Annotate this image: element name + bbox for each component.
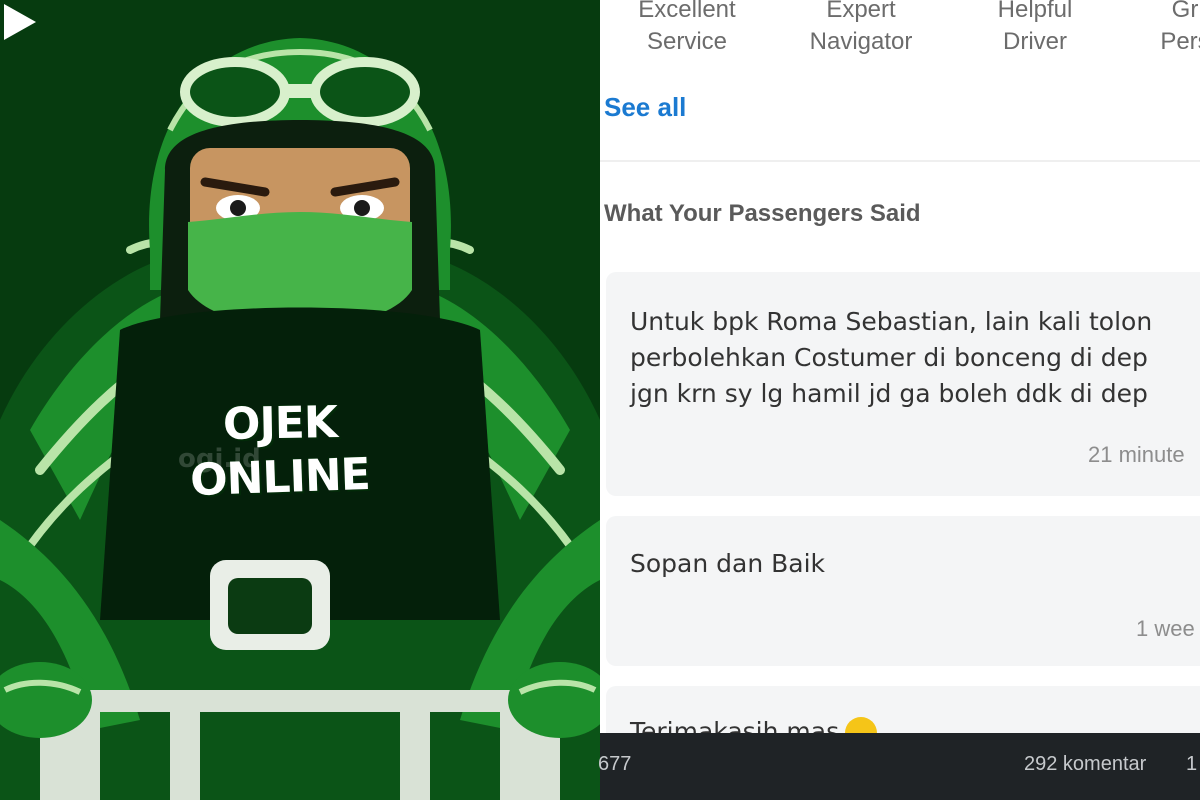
shirt-text-line1: OJEK bbox=[222, 397, 338, 450]
review-card[interactable]: Sopan dan Baik 1 wee bbox=[606, 516, 1200, 666]
compliment-badges: Excellent Service Expert Navigator Helpf… bbox=[600, 0, 1200, 64]
ojek-illustration: OJEK ONLINE ogi.id bbox=[0, 0, 600, 800]
review-text: Sopan dan Baik bbox=[630, 549, 826, 578]
play-icon[interactable] bbox=[0, 0, 40, 44]
review-time: 1 wee bbox=[1136, 616, 1195, 641]
see-all-link[interactable]: See all bbox=[604, 92, 686, 123]
section-title: What Your Passengers Said bbox=[604, 200, 921, 227]
watermark: ogi.id bbox=[178, 444, 261, 474]
badge-expert-navigator[interactable]: Expert Navigator bbox=[766, 0, 956, 58]
divider bbox=[600, 160, 1200, 162]
review-panel: Excellent Service Expert Navigator Helpf… bbox=[600, 0, 1200, 800]
bottom-bar: 677 292 komentar 1 bbox=[598, 733, 1200, 800]
review-time: 21 minute bbox=[1088, 442, 1185, 467]
review-text: Untuk bpk Roma Sebastian, lain kali tolo… bbox=[630, 307, 1153, 408]
like-count: 677 bbox=[598, 753, 632, 775]
comments-link[interactable]: 292 komentar bbox=[1024, 753, 1146, 776]
share-count: 1 bbox=[1186, 753, 1198, 775]
badge-partial[interactable]: Gr Pers bbox=[1090, 0, 1200, 58]
badge-excellent-service[interactable]: Excellent Service bbox=[600, 0, 782, 58]
review-card[interactable]: Untuk bpk Roma Sebastian, lain kali tolo… bbox=[606, 272, 1200, 496]
